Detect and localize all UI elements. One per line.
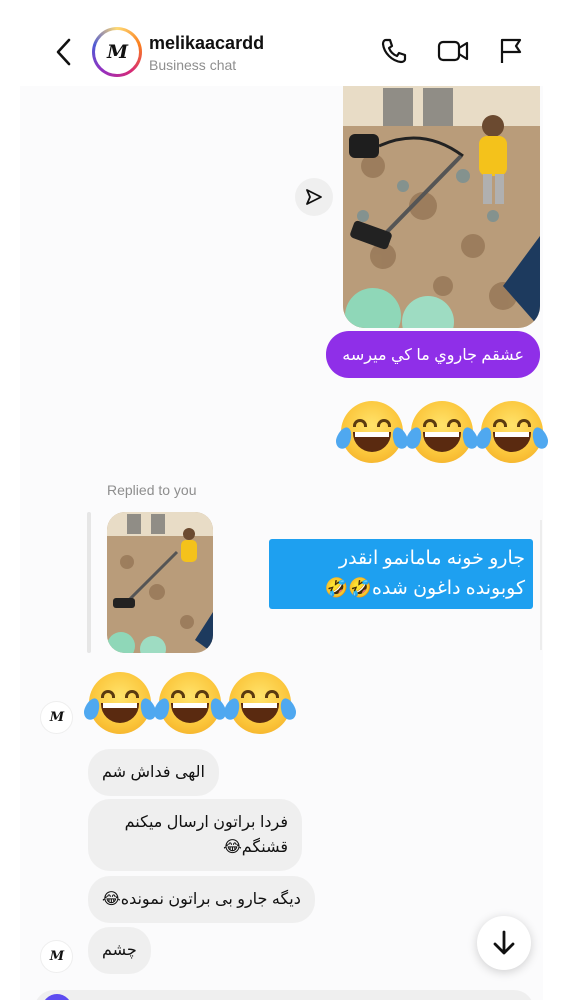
sender-avatar[interactable]: M — [40, 701, 73, 734]
chat-username[interactable]: melikaacardd — [149, 33, 264, 54]
profile-avatar[interactable]: M — [92, 27, 142, 77]
reply-indicator-right — [540, 520, 542, 650]
video-camera-icon — [437, 40, 469, 62]
scroll-to-bottom-button[interactable] — [477, 916, 531, 970]
brand-logo: M — [49, 710, 64, 725]
laughing-tears-emoji — [151, 672, 229, 734]
arrow-down-icon — [493, 930, 515, 955]
chat-subtitle: Business chat — [149, 57, 237, 73]
share-button[interactable] — [295, 178, 333, 216]
send-icon — [306, 189, 322, 205]
call-button[interactable] — [379, 36, 409, 66]
shared-photo[interactable] — [343, 86, 540, 328]
reply-message[interactable]: جارو خونه مامانمو انقدر کوبونده داغون شد… — [269, 539, 533, 609]
sender-avatar[interactable]: M — [40, 940, 73, 973]
photo-vacuum-child — [343, 86, 540, 328]
dm-screen: M melikaacardd Business chat عشقم جاروي … — [0, 0, 563, 1000]
incoming-message[interactable]: چشم — [88, 927, 151, 974]
brand-logo: M — [49, 949, 64, 964]
report-button[interactable] — [496, 36, 526, 66]
laughing-tears-emoji — [81, 672, 159, 734]
video-call-button[interactable] — [436, 36, 470, 66]
outgoing-message[interactable]: عشقم جاروي ما كي ميرسه — [326, 331, 540, 378]
photo-vacuum-child-thumb — [107, 512, 213, 653]
quoted-photo[interactable] — [107, 512, 213, 653]
reply-indicator — [87, 512, 91, 653]
incoming-message[interactable]: فردا براتون ارسال میکنم قشنگم😂 — [88, 799, 302, 871]
message-composer[interactable] — [34, 990, 534, 1000]
brand-logo: M — [106, 41, 128, 63]
laughing-tears-emoji — [473, 401, 551, 463]
laughing-tears-emoji — [333, 401, 411, 463]
incoming-message[interactable]: دیگه جارو بی براتون نمونده😂 — [88, 876, 315, 923]
replied-label: Replied to you — [107, 482, 197, 498]
laughing-tears-emoji — [403, 401, 481, 463]
chevron-left-icon — [56, 38, 71, 66]
phone-icon — [381, 38, 407, 64]
chat-header: M melikaacardd Business chat — [0, 0, 563, 86]
outgoing-emoji-message[interactable] — [333, 401, 551, 463]
back-button[interactable] — [48, 34, 78, 70]
incoming-message[interactable]: الهی فداش شم — [88, 749, 219, 796]
laughing-tears-emoji — [221, 672, 299, 734]
flag-icon — [500, 38, 522, 63]
incoming-emoji-message[interactable] — [81, 672, 299, 734]
